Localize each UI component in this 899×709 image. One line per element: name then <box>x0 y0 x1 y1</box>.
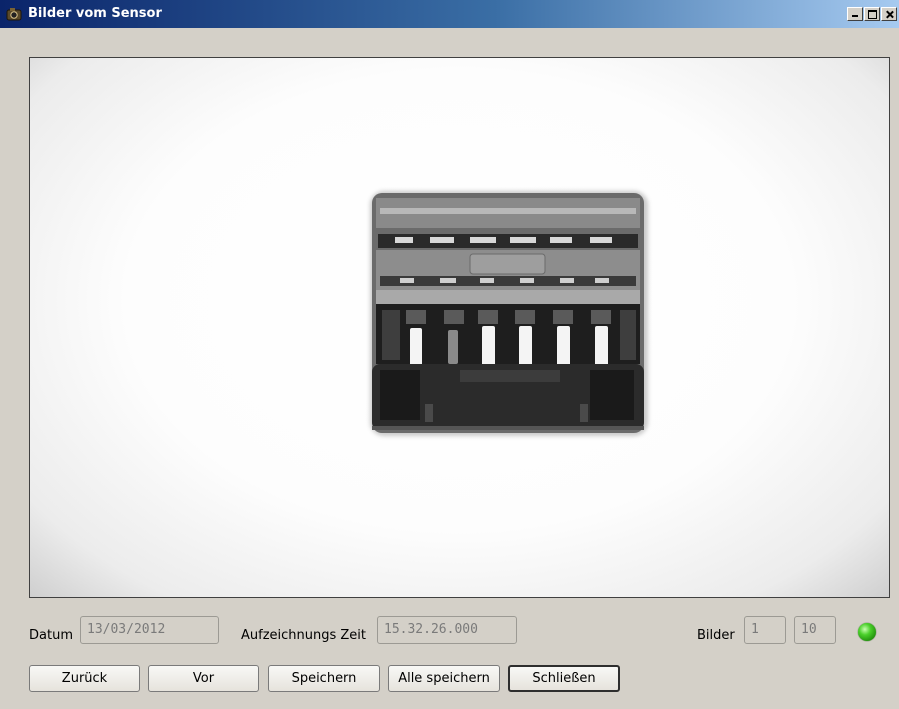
title-bar[interactable]: Bilder vom Sensor <box>0 0 899 28</box>
close-window-button[interactable] <box>881 7 897 21</box>
minimize-button[interactable] <box>847 7 863 21</box>
date-label: Datum <box>29 628 73 643</box>
camera-icon <box>6 8 22 21</box>
window-title: Bilder vom Sensor <box>28 6 162 21</box>
back-button[interactable]: Zurück <box>29 665 140 692</box>
sensor-image-view <box>29 57 890 598</box>
maximize-button[interactable] <box>864 7 880 21</box>
record-time-label: Aufzeichnungs Zeit <box>241 628 367 643</box>
status-led-icon <box>858 623 876 641</box>
record-time-field: 15.32.26.000 <box>377 616 517 644</box>
save-button[interactable]: Speichern <box>268 665 380 692</box>
save-all-button[interactable]: Alle speichern <box>388 665 500 692</box>
image-index-field: 1 <box>744 616 786 644</box>
forward-button[interactable]: Vor <box>148 665 259 692</box>
images-label: Bilder <box>697 628 735 643</box>
image-count-field: 10 <box>794 616 836 644</box>
date-field: 13/03/2012 <box>80 616 219 644</box>
close-button[interactable]: Schließen <box>508 665 620 692</box>
connector-photo <box>370 191 648 436</box>
